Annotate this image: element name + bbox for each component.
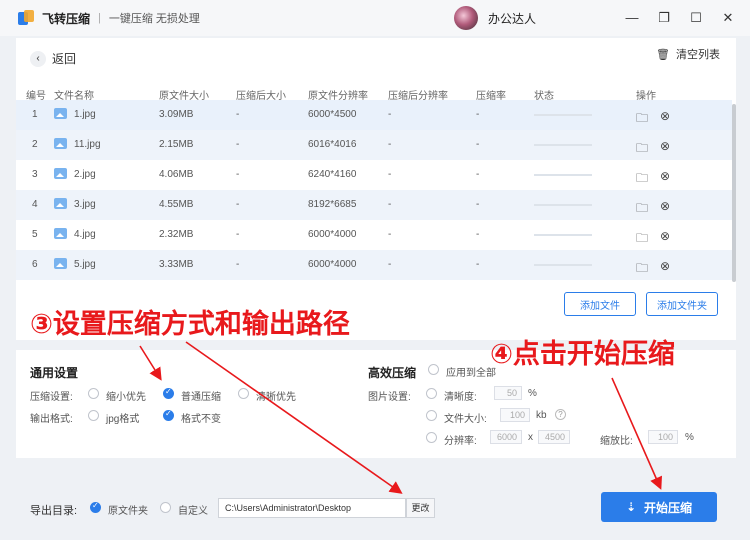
arrow-to-output-path bbox=[185, 341, 403, 494]
arrow-to-compress-mode bbox=[139, 345, 162, 381]
annotation-arrows bbox=[139, 341, 662, 494]
arrow-to-start-button bbox=[611, 377, 662, 490]
